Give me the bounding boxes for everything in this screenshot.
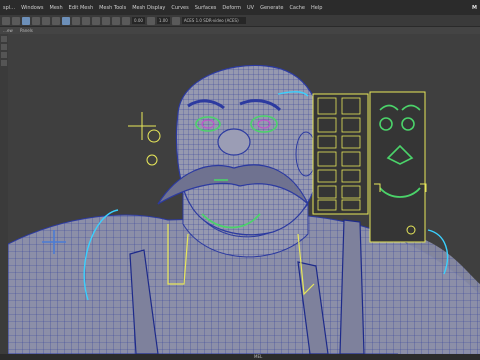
menu-bar: spl… Windows Mesh Edit Mesh Mesh Tools M…: [0, 0, 480, 15]
head-crosshair-control[interactable]: [128, 112, 156, 140]
tool-icon[interactable]: [1, 60, 7, 66]
command-line-mode[interactable]: MEL: [254, 354, 262, 360]
exposure-field[interactable]: 0.00: [132, 17, 145, 24]
shadow-icon[interactable]: [92, 16, 100, 25]
menu-curves[interactable]: Curves: [168, 5, 191, 11]
gamma-field[interactable]: 1.00: [156, 17, 170, 24]
paint-icon[interactable]: [22, 16, 30, 25]
viewport-canvas[interactable]: [8, 34, 480, 354]
facial-gui-panel[interactable]: [312, 93, 369, 215]
panel-menu-panels[interactable]: Panels: [17, 28, 36, 33]
menu-edit-mesh[interactable]: Edit Mesh: [66, 5, 96, 11]
menu-cache[interactable]: Cache: [286, 5, 308, 11]
character-nose[interactable]: [217, 128, 251, 156]
exposure-icon[interactable]: [122, 16, 130, 25]
3d-viewport[interactable]: [8, 34, 480, 354]
tool-icon[interactable]: [1, 52, 7, 58]
menu-mesh[interactable]: Mesh: [47, 5, 66, 11]
lasso-icon[interactable]: [12, 16, 20, 25]
menu-windows[interactable]: Windows: [18, 5, 46, 11]
texture-icon[interactable]: [72, 16, 80, 25]
panel-menu-view[interactable]: …ew: [0, 28, 16, 33]
xray-icon[interactable]: [112, 16, 120, 25]
menu-generate[interactable]: Generate: [257, 5, 286, 11]
menu-surfaces[interactable]: Surfaces: [192, 5, 220, 11]
gamma-icon[interactable]: [146, 16, 155, 25]
colorspace-icon[interactable]: [171, 16, 180, 25]
light-icon[interactable]: [82, 16, 90, 25]
isolate-icon[interactable]: [102, 16, 110, 25]
panel-menu-bar: …ew Panels: [0, 27, 480, 34]
menu-help[interactable]: Help: [308, 5, 325, 11]
camera-icon[interactable]: [32, 16, 40, 25]
tool-icon[interactable]: [1, 36, 7, 42]
menu-mesh-display[interactable]: Mesh Display: [129, 5, 168, 11]
shaded-icon[interactable]: [62, 16, 70, 25]
viewport-toolbar: 0.00 1.00 ACES 1.0 SDR-video (ACES): [0, 15, 480, 27]
grid-icon[interactable]: [42, 16, 50, 25]
character-arm[interactable]: [398, 234, 480, 354]
menu-deform[interactable]: Deform: [219, 5, 244, 11]
left-tool-shelf: [0, 34, 8, 354]
command-line-bar: MEL: [0, 354, 480, 360]
menu-uv[interactable]: UV: [244, 5, 257, 11]
colorspace-dropdown[interactable]: ACES 1.0 SDR-video (ACES): [181, 17, 246, 24]
menu-item[interactable]: spl…: [0, 5, 18, 11]
jaw-circle-control[interactable]: [146, 154, 158, 166]
wireframe-icon[interactable]: [52, 16, 60, 25]
face-picker-panel[interactable]: [369, 91, 427, 243]
suspender-strap-right[interactable]: [339, 219, 365, 354]
app-logo: M: [472, 4, 477, 11]
menu-mesh-tools[interactable]: Mesh Tools: [96, 5, 129, 11]
tool-icon[interactable]: [1, 44, 7, 50]
select-icon[interactable]: [2, 16, 10, 25]
head-circle-control[interactable]: [147, 129, 161, 143]
